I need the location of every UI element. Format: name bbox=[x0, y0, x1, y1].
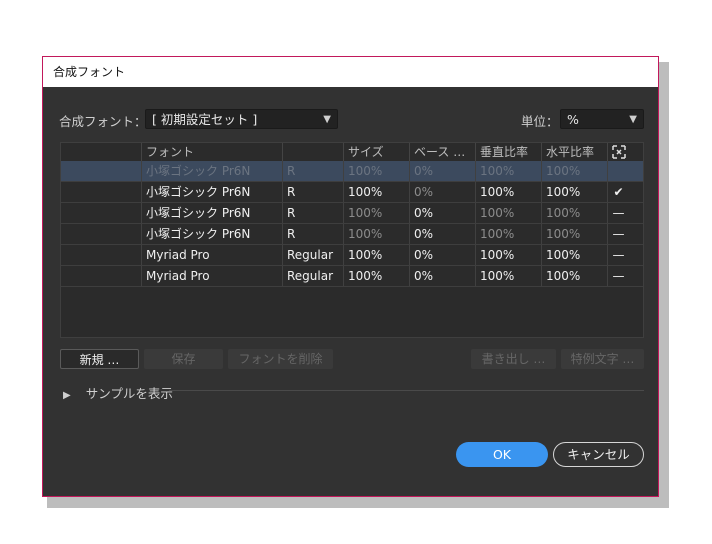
cell-mark[interactable]: — bbox=[607, 224, 629, 244]
cell-style[interactable]: R bbox=[282, 224, 343, 244]
cell-mark[interactable]: — bbox=[607, 266, 629, 286]
cell-index bbox=[61, 266, 141, 286]
chevron-down-icon: ▼ bbox=[323, 114, 331, 125]
delete-font-button[interactable]: フォントを削除 bbox=[228, 349, 333, 369]
cell-font[interactable]: Myriad Pro bbox=[141, 266, 282, 286]
new-button[interactable]: 新規 … bbox=[60, 349, 139, 369]
cell-horizontal-scale[interactable]: 100% bbox=[541, 224, 607, 244]
sample-toggle-label: サンプルを表示 bbox=[85, 386, 173, 401]
cell-style[interactable]: R bbox=[282, 203, 343, 223]
cell-mark[interactable]: — bbox=[607, 203, 629, 223]
composite-font-label: 合成フォント： bbox=[59, 114, 147, 129]
table-header: フォント サイズ ベース … 垂直比率 水平比率 bbox=[61, 143, 643, 161]
unit-select[interactable]: % ▼ bbox=[560, 109, 644, 129]
header-horizontal-scale[interactable]: 水平比率 bbox=[541, 143, 607, 161]
cell-font[interactable]: 小塚ゴシック Pr6N bbox=[141, 224, 282, 244]
table-row[interactable]: Myriad Pro Regular 100% 0% 100% 100% — bbox=[61, 245, 643, 266]
save-button[interactable]: 保存 bbox=[144, 349, 223, 369]
expand-icon[interactable] bbox=[607, 143, 629, 161]
cell-vertical-scale[interactable]: 100% bbox=[475, 224, 541, 244]
cell-index bbox=[61, 245, 141, 265]
cell-style[interactable]: R bbox=[282, 161, 343, 181]
cell-style[interactable]: Regular bbox=[282, 245, 343, 265]
table-row[interactable]: 小塚ゴシック Pr6N R 100% 0% 100% 100% bbox=[61, 161, 643, 182]
cell-vertical-scale[interactable]: 100% bbox=[475, 266, 541, 286]
cell-size[interactable]: 100% bbox=[343, 266, 409, 286]
header-baseline[interactable]: ベース … bbox=[409, 143, 475, 161]
cell-size[interactable]: 100% bbox=[343, 182, 409, 202]
dialog-title: 合成フォント bbox=[43, 57, 658, 87]
chevron-down-icon: ▼ bbox=[629, 114, 637, 125]
cell-font[interactable]: 小塚ゴシック Pr6N bbox=[141, 203, 282, 223]
composite-font-dialog: 合成フォント 合成フォント： [ 初期設定セット ] ▼ 単位： % ▼ フォン… bbox=[42, 56, 659, 497]
cell-size[interactable]: 100% bbox=[343, 224, 409, 244]
cell-vertical-scale[interactable]: 100% bbox=[475, 182, 541, 202]
composite-font-table: フォント サイズ ベース … 垂直比率 水平比率 小塚ゴシック Pr6N R 100… bbox=[60, 142, 644, 338]
composite-font-value: [ 初期設定セット ] bbox=[152, 112, 258, 127]
cell-style[interactable]: Regular bbox=[282, 266, 343, 286]
cell-font[interactable]: Myriad Pro bbox=[141, 245, 282, 265]
cell-size[interactable]: 100% bbox=[343, 203, 409, 223]
sample-toggle[interactable]: ▶ サンプルを表示 bbox=[63, 383, 173, 402]
unit-value: % bbox=[567, 112, 579, 127]
table-row[interactable]: 小塚ゴシック Pr6N R 100% 0% 100% 100% — bbox=[61, 224, 643, 245]
header-font[interactable]: フォント bbox=[141, 143, 282, 161]
divider bbox=[169, 390, 644, 391]
cell-baseline[interactable]: 0% bbox=[409, 266, 475, 286]
cell-baseline[interactable]: 0% bbox=[409, 182, 475, 202]
header-vertical-scale[interactable]: 垂直比率 bbox=[475, 143, 541, 161]
cell-size[interactable]: 100% bbox=[343, 245, 409, 265]
cell-index bbox=[61, 203, 141, 223]
header-size[interactable]: サイズ bbox=[343, 143, 409, 161]
cell-baseline[interactable]: 0% bbox=[409, 203, 475, 223]
cell-baseline[interactable]: 0% bbox=[409, 161, 475, 181]
cell-horizontal-scale[interactable]: 100% bbox=[541, 182, 607, 202]
cell-horizontal-scale[interactable]: 100% bbox=[541, 161, 607, 181]
cell-vertical-scale[interactable]: 100% bbox=[475, 203, 541, 223]
disclosure-triangle-icon: ▶ bbox=[63, 390, 71, 401]
cell-style[interactable]: R bbox=[282, 182, 343, 202]
header-style[interactable] bbox=[282, 143, 343, 161]
cell-baseline[interactable]: 0% bbox=[409, 245, 475, 265]
cell-font[interactable]: 小塚ゴシック Pr6N bbox=[141, 182, 282, 202]
ok-button[interactable]: OK bbox=[456, 442, 548, 467]
composite-font-select[interactable]: [ 初期設定セット ] ▼ bbox=[145, 109, 338, 129]
unit-label: 単位： bbox=[521, 114, 559, 129]
cell-vertical-scale[interactable]: 100% bbox=[475, 161, 541, 181]
table-row[interactable]: 小塚ゴシック Pr6N R 100% 0% 100% 100% ✔ bbox=[61, 182, 643, 203]
cell-vertical-scale[interactable]: 100% bbox=[475, 245, 541, 265]
cell-baseline[interactable]: 0% bbox=[409, 224, 475, 244]
cancel-button[interactable]: キャンセル bbox=[553, 442, 644, 467]
table-row[interactable]: 小塚ゴシック Pr6N R 100% 0% 100% 100% — bbox=[61, 203, 643, 224]
table-row[interactable]: Myriad Pro Regular 100% 0% 100% 100% — bbox=[61, 266, 643, 287]
exceptions-button[interactable]: 特例文字 … bbox=[561, 349, 644, 369]
cell-font[interactable]: 小塚ゴシック Pr6N bbox=[141, 161, 282, 181]
cell-index bbox=[61, 182, 141, 202]
cell-mark[interactable] bbox=[607, 161, 629, 181]
cell-size[interactable]: 100% bbox=[343, 161, 409, 181]
cell-horizontal-scale[interactable]: 100% bbox=[541, 266, 607, 286]
cell-horizontal-scale[interactable]: 100% bbox=[541, 245, 607, 265]
export-button[interactable]: 書き出し … bbox=[471, 349, 556, 369]
cell-index bbox=[61, 161, 141, 181]
cell-mark[interactable]: ✔ bbox=[607, 182, 629, 202]
cell-mark[interactable]: — bbox=[607, 245, 629, 265]
cell-index bbox=[61, 224, 141, 244]
cell-horizontal-scale[interactable]: 100% bbox=[541, 203, 607, 223]
